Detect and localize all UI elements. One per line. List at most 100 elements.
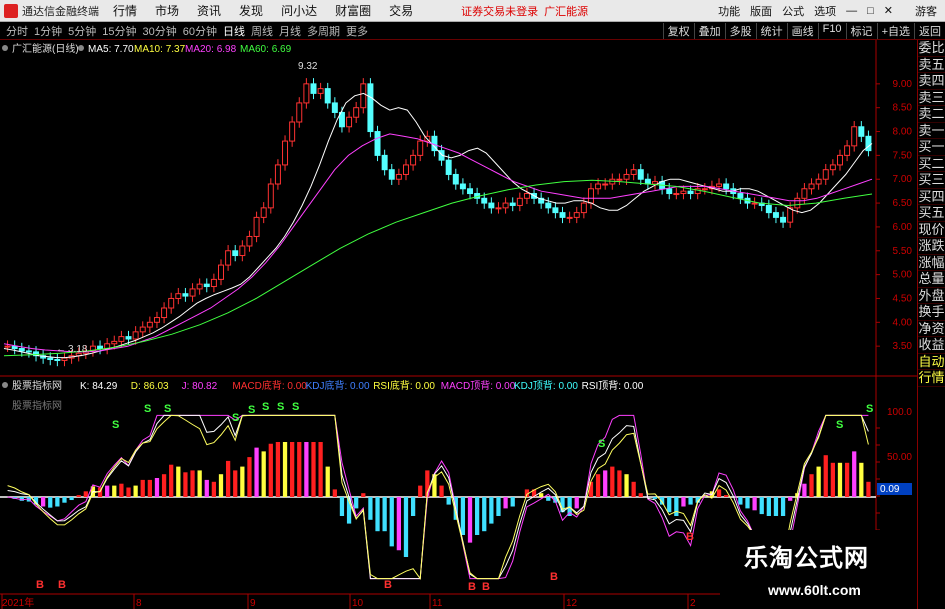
candle-up [175,293,182,299]
candle-down [545,202,552,209]
side-panel-item[interactable]: 买一 [918,139,945,156]
guest-label[interactable]: 游客 [915,3,937,19]
candle-up [794,197,801,209]
menu-item-discover[interactable]: 发现 [239,2,263,19]
tool-mark[interactable]: 标记 [845,22,877,39]
tool-f10[interactable]: F10 [817,22,846,39]
period-monthly[interactable]: 月线 [279,23,301,39]
side-panel-item[interactable]: 换手 [918,304,945,321]
side-panel-item[interactable]: 卖二 [918,106,945,123]
period-1min[interactable]: 1分钟 [34,23,62,39]
tool-stats[interactable]: 统计 [755,22,787,39]
side-panel-item[interactable]: 现价 [918,222,945,238]
tool-overlay[interactable]: 叠加 [693,22,725,39]
menu-item-news[interactable]: 资讯 [197,2,221,19]
price-tick-label: 7.50 [893,150,913,161]
side-panel-item[interactable]: 卖一 [918,123,945,139]
indicator-value: KDJ顶背: 0.00 [514,379,578,392]
stock-label: 广汇能源(日线) [12,42,79,55]
side-panel-item[interactable]: 收益 [918,337,945,354]
menu-item-layout[interactable]: 版面 [750,3,772,19]
price-tick-label: 5.50 [893,246,913,257]
period-60min[interactable]: 60分钟 [183,23,217,39]
candle-up [616,178,623,181]
side-panel-item[interactable]: 涨幅 [918,255,945,271]
minimize-icon[interactable]: — [846,5,857,17]
menu-bar: 通达信金融终端 行情 市场 资讯 发现 问小达 财富圈 交易 证券交易未登录 广… [0,0,945,22]
side-panel-item[interactable]: 买四 [918,189,945,205]
buy-signal-icon: B [482,581,490,593]
login-notice[interactable]: 证券交易未登录 [461,3,538,19]
menu-item-market[interactable]: 市场 [155,2,179,19]
candle-down [11,345,18,350]
tool-back[interactable]: 返回 [914,22,945,39]
side-panel-item[interactable]: 买三 [918,172,945,189]
period-5min[interactable]: 5分钟 [68,23,96,39]
period-30min[interactable]: 30分钟 [143,23,177,39]
candle-down [25,350,32,353]
watermark: 乐淘公式网 www.60lt.com [720,530,917,609]
menu-item-wealth[interactable]: 财富圈 [335,2,371,19]
indicator-settings-icon[interactable] [2,382,8,388]
candle-up [246,235,253,247]
menu-item-options[interactable]: 选项 [814,3,836,19]
ma10-label: MA10: 7.37 [134,44,186,55]
menu-item-formula[interactable]: 公式 [782,3,804,19]
side-panel-item[interactable]: 买二 [918,156,945,172]
tool-multi-stock[interactable]: 多股 [724,22,756,39]
tool-add-watchlist[interactable]: +自选 [876,22,914,39]
sell-signal-icon: S [112,419,119,431]
tool-draw[interactable]: 画线 [786,22,818,39]
date-tick-label: 9 [250,598,256,609]
candle-up [317,88,324,94]
period-intraday[interactable]: 分时 [6,23,28,39]
candle-down [687,190,694,195]
chart-settings-icon[interactable] [2,45,8,51]
side-panel-item[interactable]: 净资 [918,321,945,337]
candle-down [182,293,189,297]
side-panel-item[interactable]: 卖五 [918,57,945,73]
period-daily[interactable]: 日线 [223,23,245,39]
maximize-icon[interactable]: □ [867,5,874,17]
candle-down [552,207,559,214]
candle-up [196,283,203,290]
side-panel-item[interactable]: 涨跌 [918,238,945,255]
high-price-label: 9.32 [298,61,318,72]
stock-chart[interactable]: 广汇能源(日线) MA5: 7.70 MA10: 7.37 MA20: 6.98… [0,40,917,609]
candle-up [716,183,723,187]
menu-item-ask[interactable]: 问小达 [281,2,317,19]
period-toolbar: 分时 1分钟 5分钟 15分钟 30分钟 60分钟 日线 周线 月线 多周期 更… [0,22,945,40]
price-tick-label: 9.00 [893,79,913,90]
ma-settings-icon[interactable] [78,45,84,51]
menu-item-quotes[interactable]: 行情 [113,2,137,19]
indicator-tick-label: 50.00 [887,452,912,463]
date-tick-label: 2021年 [2,596,34,609]
candle-up [402,164,409,175]
side-panel-item[interactable]: 卖三 [918,90,945,106]
price-tick-label: 6.50 [893,198,913,209]
date-tick-label: 2 [690,598,696,609]
side-panel-item[interactable]: 买五 [918,205,945,222]
tool-adjust[interactable]: 复权 [662,22,694,39]
side-panel-item[interactable]: 委比 [918,40,945,57]
period-more[interactable]: 更多 [346,23,368,39]
period-15min[interactable]: 15分钟 [102,23,136,39]
period-weekly[interactable]: 周线 [251,23,273,39]
side-panel-item[interactable]: 总量 [918,271,945,288]
candle-up [189,288,196,297]
menu-item-trade[interactable]: 交易 [389,2,413,19]
menu-item-function[interactable]: 功能 [718,3,740,19]
close-icon[interactable]: ✕ [884,4,893,17]
sell-signal-icon: S [248,404,255,416]
side-panel-item[interactable]: 行情 [918,370,945,387]
period-multi[interactable]: 多周期 [307,23,340,39]
side-panel-item[interactable]: 卖四 [918,73,945,90]
side-panel-item[interactable]: 外盘 [918,288,945,304]
ma5-label: MA5: 7.70 [88,44,134,55]
candle-down [488,202,495,209]
candle-up [701,188,708,191]
candle-up [410,154,417,166]
side-panel-item[interactable]: 自动 [918,354,945,370]
price-tick-label: 3.50 [893,341,913,352]
candle-up [851,126,858,147]
